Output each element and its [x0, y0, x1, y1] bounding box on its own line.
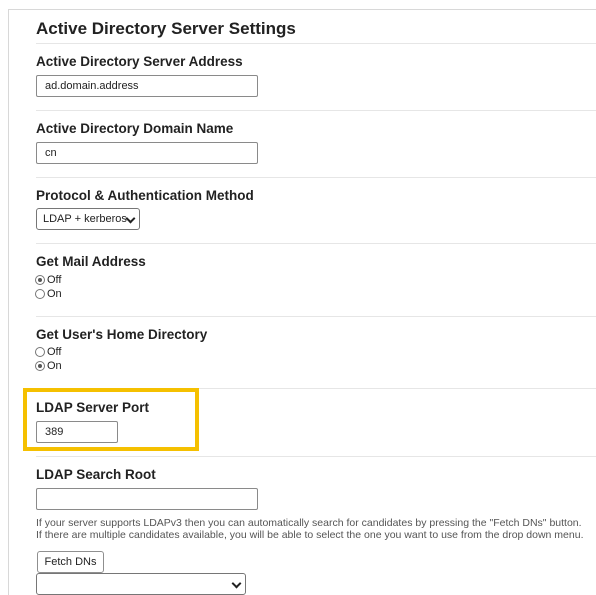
- search-root-label: LDAP Search Root: [36, 467, 156, 482]
- mail-address-off-label: Off: [47, 273, 62, 286]
- home-directory-on-label: On: [47, 359, 62, 372]
- content-frame-top-border: [8, 9, 596, 10]
- radio-checked-icon[interactable]: [35, 360, 45, 371]
- page-title: Active Directory Server Settings: [36, 19, 296, 38]
- home-directory-off-label: Off: [47, 345, 62, 358]
- divider: [36, 43, 596, 44]
- home-directory-off-option[interactable]: Off: [35, 345, 61, 358]
- protocol-select[interactable]: LDAP + kerberos: [36, 208, 140, 230]
- help-text-line: If your server supports LDAPv3 then you …: [36, 517, 582, 529]
- radio-unchecked-icon[interactable]: [35, 346, 45, 357]
- chevron-down-icon: [231, 578, 242, 589]
- content-frame-left-border: [8, 9, 9, 595]
- dn-select[interactable]: [36, 573, 246, 595]
- mail-address-label: Get Mail Address: [36, 254, 146, 269]
- protocol-label: Protocol & Authentication Method: [36, 188, 254, 203]
- divider: [36, 110, 596, 111]
- radio-unchecked-icon[interactable]: [35, 288, 45, 299]
- divider: [36, 316, 596, 317]
- chevron-down-icon: [125, 213, 136, 224]
- help-text-line: If there are multiple candidates availab…: [36, 529, 584, 541]
- mail-address-on-option[interactable]: On: [35, 287, 62, 300]
- search-root-input[interactable]: [36, 488, 258, 510]
- protocol-select-value: LDAP + kerberos: [43, 213, 127, 225]
- home-directory-on-option[interactable]: On: [35, 359, 62, 372]
- home-directory-label: Get User's Home Directory: [36, 327, 208, 342]
- server-address-input[interactable]: ad.domain.address: [36, 75, 258, 97]
- fetch-dns-button[interactable]: Fetch DNs: [37, 551, 104, 573]
- divider: [36, 243, 596, 244]
- mail-address-off-option[interactable]: Off: [35, 273, 61, 286]
- server-address-label: Active Directory Server Address: [36, 54, 243, 69]
- radio-checked-icon[interactable]: [35, 274, 45, 285]
- divider: [36, 177, 596, 178]
- domain-name-label: Active Directory Domain Name: [36, 121, 234, 136]
- domain-name-input[interactable]: cn: [36, 142, 258, 164]
- highlight-box: [23, 388, 199, 451]
- search-root-help-text: If your server supports LDAPv3 then you …: [36, 517, 584, 541]
- divider: [36, 456, 596, 457]
- mail-address-on-label: On: [47, 287, 62, 300]
